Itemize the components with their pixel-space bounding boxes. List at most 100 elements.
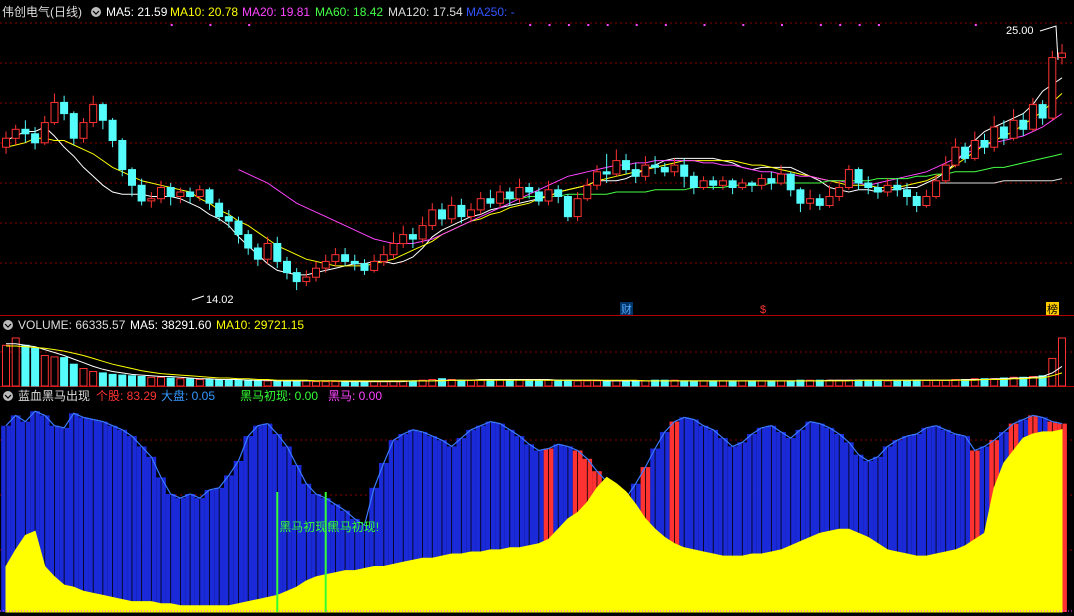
volume-bar	[21, 344, 30, 387]
indicator-title: 蓝血黑马出现	[18, 389, 90, 403]
volume-bar	[544, 379, 553, 387]
stock-chart: 黑马初现!黑马初现! 25.00 14.02 财 $ 榜 伟创电气(日线) MA…	[0, 0, 1074, 616]
menu-circle-icon[interactable]	[91, 7, 101, 17]
volume-bar	[767, 380, 776, 387]
volume-header: VOLUME: 66335.57 MA5: 38291.60 MA10: 297…	[3, 318, 304, 332]
volume-bar	[69, 363, 78, 387]
volume-bar	[903, 380, 911, 387]
signal-dot	[974, 24, 977, 26]
stock-value-label: 个股: 83.29	[96, 389, 157, 403]
volume-bar	[370, 381, 379, 387]
ma250-label: MA250: -	[466, 5, 515, 19]
signal-label: 黑马初现!	[279, 520, 330, 534]
volume-bar	[748, 380, 756, 387]
signal-dot	[858, 24, 861, 26]
volume-bar	[215, 379, 224, 387]
volume-bar	[128, 375, 136, 387]
volume-bar	[941, 379, 950, 387]
volume-bar	[932, 379, 941, 387]
volume-bar	[873, 379, 882, 387]
volume-bar	[593, 380, 601, 387]
stock-title: 伟创电气(日线)	[2, 4, 82, 19]
volume-bar	[341, 381, 350, 387]
menu-circle-icon[interactable]	[3, 320, 13, 330]
signal-dot	[635, 24, 638, 26]
volume-bar	[50, 356, 59, 387]
candle	[1048, 50, 1057, 121]
ma20-label: MA20: 19.81	[242, 5, 310, 19]
volume-bar	[360, 381, 369, 387]
volume-bar	[631, 380, 640, 387]
volume-bar	[147, 376, 156, 387]
price-header: 伟创电气(日线) MA5: 21.59 MA10: 20.78 MA20: 19…	[2, 4, 515, 19]
volume-bar	[467, 379, 475, 387]
volume-bar	[534, 379, 543, 387]
volume-bar	[883, 380, 892, 387]
volume-bar	[912, 379, 921, 387]
volume-bar	[699, 380, 708, 387]
volume-bar	[244, 379, 253, 387]
volume-bar	[612, 380, 621, 387]
volume-bar	[350, 381, 359, 387]
signal-dot	[839, 24, 842, 26]
volume-bar	[1048, 357, 1057, 387]
volume-bar	[728, 380, 737, 387]
dividend-marker: $	[760, 304, 766, 316]
menu-circle-icon[interactable]	[3, 391, 13, 401]
volume-bar	[718, 380, 727, 387]
signal-label: 黑马初现!	[328, 520, 379, 534]
volume-bar	[563, 379, 572, 387]
list-marker: 榜	[1047, 302, 1058, 316]
signal-dot	[664, 24, 667, 26]
volume-bar	[302, 380, 311, 387]
ma120-label: MA120: 17.54	[388, 5, 463, 19]
signal-dot	[819, 24, 822, 26]
volume-bar	[89, 371, 98, 387]
low-label: 14.02	[206, 294, 234, 306]
volume-bar	[253, 380, 262, 387]
volume-bar	[292, 380, 301, 387]
volume-bar	[98, 372, 107, 387]
signal-dot	[209, 24, 212, 26]
dark-horse-early-label: 黑马初现: 0.00	[240, 389, 318, 403]
volume-bar	[2, 344, 10, 387]
signal-dot	[567, 24, 570, 26]
volume-bar	[263, 380, 272, 387]
volume-bar	[166, 377, 175, 387]
volume-bar	[786, 380, 795, 387]
signal-dot	[587, 24, 590, 26]
volume-bar	[176, 378, 185, 387]
signal-dot	[781, 24, 783, 26]
market-value-label: 大盘: 0.05	[161, 388, 215, 403]
volume-bar	[777, 380, 786, 387]
volume-bar	[583, 380, 592, 387]
volume-bar	[137, 376, 146, 387]
dark-horse-label: 黑马: 0.00	[328, 389, 382, 403]
volume-bar	[108, 373, 117, 387]
candle	[563, 194, 572, 222]
volume-bar	[554, 379, 563, 387]
ma10-label: MA10: 20.78	[170, 5, 238, 19]
ma5-label: MA5: 21.59	[106, 5, 168, 19]
volume-bar	[689, 380, 698, 387]
volume-bar	[186, 378, 195, 387]
volume-bar	[622, 380, 630, 387]
volume-bar	[321, 381, 330, 387]
volume-bar	[709, 380, 718, 387]
volume-bar	[205, 379, 214, 387]
volume-bar	[922, 379, 931, 387]
volume-bar	[408, 380, 417, 387]
volume-bar	[118, 374, 127, 387]
signal-dot	[548, 24, 551, 26]
volume-bar	[312, 381, 320, 387]
volume-bar	[641, 380, 650, 387]
volume-bar	[195, 379, 204, 387]
volume-title: VOLUME: 66335.57	[18, 318, 126, 332]
signal-dot	[742, 24, 745, 26]
signal-dot	[877, 24, 880, 26]
signal-dot	[703, 24, 706, 26]
volume-bar	[11, 337, 20, 387]
volume-bar	[273, 380, 282, 387]
volume-bar	[224, 379, 233, 387]
volume-bar	[157, 376, 165, 387]
